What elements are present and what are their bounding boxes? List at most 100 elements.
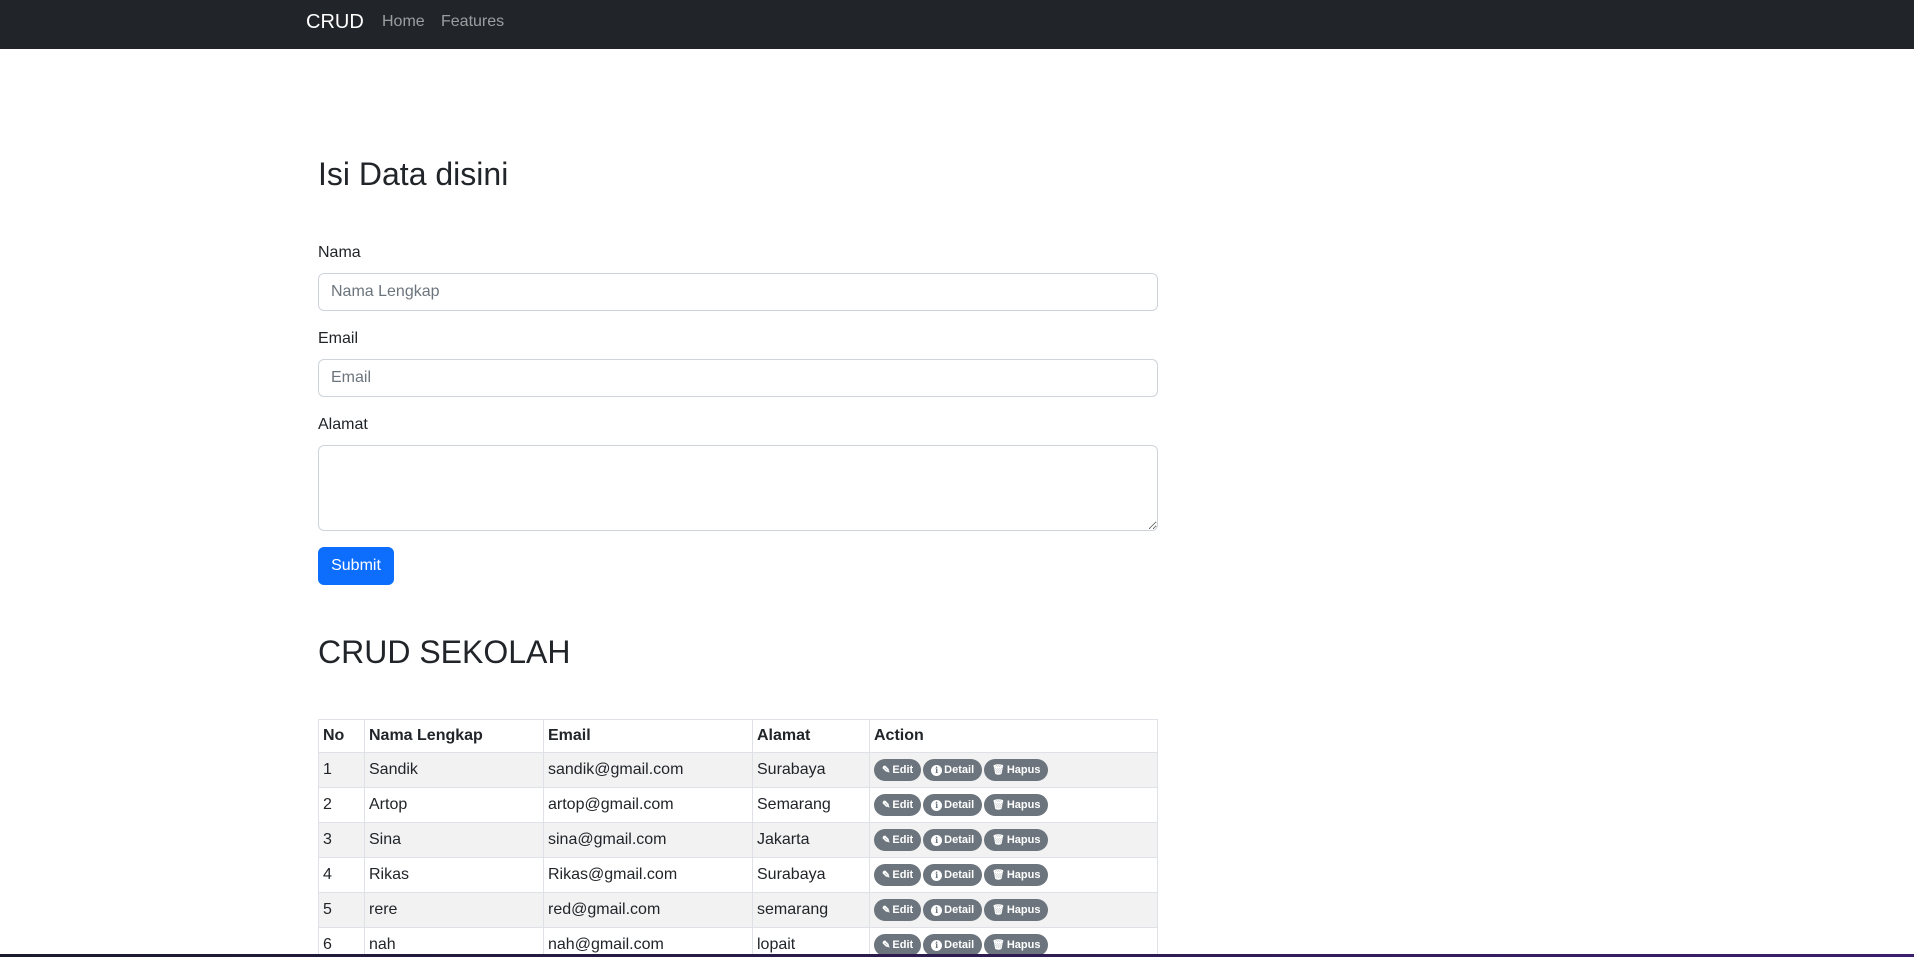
trash-icon: 🗑	[992, 834, 1005, 846]
cell-nama: Sina	[364, 822, 544, 858]
cell-action: ✎ Edit i Detail 🗑 Hapus	[869, 822, 1158, 858]
table-row: 5 rere red@gmail.com semarang ✎ Edit i Detail 🗑 H…	[318, 892, 1158, 928]
nama-label: Nama	[318, 244, 361, 261]
cell-alamat: Surabaya	[752, 752, 870, 788]
cell-no: 2	[318, 787, 365, 823]
hapus-button[interactable]: 🗑 Hapus	[984, 759, 1049, 781]
edit-button[interactable]: ✎ Edit	[874, 794, 922, 816]
cell-no: 6	[318, 927, 365, 957]
edit-button-label: Edit	[892, 834, 914, 846]
header-nama: Nama Lengkap	[364, 719, 544, 753]
header-no: No	[318, 719, 365, 753]
detail-button[interactable]: i Detail	[923, 934, 983, 956]
cell-email: Rikas@gmail.com	[543, 857, 753, 893]
detail-button[interactable]: i Detail	[923, 864, 983, 886]
email-input[interactable]	[318, 359, 1158, 397]
detail-button-label: Detail	[944, 869, 975, 881]
table-row: 3 Sina sina@gmail.com Jakarta ✎ Edit i Detail 🗑 H…	[318, 822, 1158, 858]
cell-nama: Rikas	[364, 857, 544, 893]
hapus-button[interactable]: 🗑 Hapus	[984, 934, 1049, 956]
submit-button[interactable]: Submit	[318, 547, 394, 585]
detail-button[interactable]: i Detail	[923, 899, 983, 921]
info-icon: i	[931, 869, 943, 881]
detail-button-label: Detail	[944, 764, 975, 776]
cell-email: red@gmail.com	[543, 892, 753, 928]
nav-link-features[interactable]: Features	[441, 13, 504, 31]
cell-no: 1	[318, 752, 365, 788]
table-row: 4 Rikas Rikas@gmail.com Surabaya ✎ Edit i Detai…	[318, 857, 1158, 893]
cell-action: ✎ Edit i Detail 🗑 Hapus	[869, 787, 1158, 823]
cell-alamat: Semarang	[752, 787, 870, 823]
trash-icon: 🗑	[992, 904, 1005, 916]
table-row: 6 nah nah@gmail.com lopait ✎ Edit i Detail 🗑 Hapu…	[318, 927, 1158, 957]
edit-button[interactable]: ✎ Edit	[874, 759, 922, 781]
cell-nama: Sandik	[364, 752, 544, 788]
cell-email: sandik@gmail.com	[543, 752, 753, 788]
alamat-textarea[interactable]	[318, 445, 1158, 531]
hapus-button[interactable]: 🗑 Hapus	[984, 864, 1049, 886]
edit-button[interactable]: ✎ Edit	[874, 829, 922, 851]
table-row: 1 Sandik sandik@gmail.com Surabaya ✎ Edit i Det…	[318, 752, 1158, 788]
header-action: Action	[869, 719, 1158, 753]
edit-icon: ✎	[882, 799, 891, 811]
edit-button[interactable]: ✎ Edit	[874, 934, 922, 956]
hapus-button[interactable]: 🗑 Hapus	[984, 829, 1049, 851]
data-table: No Nama Lengkap Email Alamat Action 1 San…	[318, 719, 1158, 957]
cell-nama: rere	[364, 892, 544, 928]
edit-icon: ✎	[882, 834, 891, 846]
trash-icon: 🗑	[992, 764, 1005, 776]
cell-nama: nah	[364, 927, 544, 957]
edit-button-label: Edit	[892, 904, 914, 916]
cell-alamat: lopait	[752, 927, 870, 957]
hapus-button-label: Hapus	[1006, 834, 1041, 846]
detail-button-label: Detail	[944, 939, 975, 951]
hapus-button-label: Hapus	[1006, 904, 1041, 916]
form-title: Isi Data disini	[318, 156, 509, 192]
cell-no: 3	[318, 822, 365, 858]
trash-icon: 🗑	[992, 869, 1005, 881]
table-header-row: No Nama Lengkap Email Alamat Action	[318, 719, 1158, 753]
cell-action: ✎ Edit i Detail 🗑 Hapus	[869, 857, 1158, 893]
header-alamat: Alamat	[752, 719, 870, 753]
detail-button[interactable]: i Detail	[923, 829, 983, 851]
hapus-button[interactable]: 🗑 Hapus	[984, 794, 1049, 816]
hapus-button-label: Hapus	[1006, 764, 1041, 776]
edit-icon: ✎	[882, 904, 891, 916]
cell-no: 4	[318, 857, 365, 893]
edit-button-label: Edit	[892, 764, 914, 776]
cell-alamat: semarang	[752, 892, 870, 928]
table-body: 1 Sandik sandik@gmail.com Surabaya ✎ Edit i Det…	[318, 752, 1158, 957]
detail-button[interactable]: i Detail	[923, 794, 983, 816]
cell-action: ✎ Edit i Detail 🗑 Hapus	[869, 927, 1158, 957]
hapus-button-label: Hapus	[1006, 939, 1041, 951]
hapus-button-label: Hapus	[1006, 869, 1041, 881]
info-icon: i	[931, 834, 943, 846]
info-icon: i	[931, 764, 943, 776]
edit-button-label: Edit	[892, 869, 914, 881]
edit-icon: ✎	[882, 869, 891, 881]
table-row: 2 Artop artop@gmail.com Semarang ✎ Edit i Detai…	[318, 787, 1158, 823]
cell-action: ✎ Edit i Detail 🗑 Hapus	[869, 752, 1158, 788]
edit-button-label: Edit	[892, 939, 914, 951]
edit-icon: ✎	[882, 764, 891, 776]
info-icon: i	[931, 939, 943, 951]
top-navbar: CRUD Home Features	[0, 0, 1914, 49]
detail-button-label: Detail	[944, 834, 975, 846]
edit-button-label: Edit	[892, 799, 914, 811]
hapus-button-label: Hapus	[1006, 799, 1041, 811]
detail-button-label: Detail	[944, 904, 975, 916]
alamat-label: Alamat	[318, 416, 368, 433]
edit-button[interactable]: ✎ Edit	[874, 864, 922, 886]
cell-alamat: Surabaya	[752, 857, 870, 893]
table-title: CRUD SEKOLAH	[318, 634, 571, 670]
hapus-button[interactable]: 🗑 Hapus	[984, 899, 1049, 921]
info-icon: i	[931, 799, 943, 811]
navbar-brand[interactable]: CRUD	[306, 11, 364, 34]
cell-email: sina@gmail.com	[543, 822, 753, 858]
detail-button[interactable]: i Detail	[923, 759, 983, 781]
cell-alamat: Jakarta	[752, 822, 870, 858]
info-icon: i	[931, 904, 943, 916]
nama-input[interactable]	[318, 273, 1158, 311]
edit-button[interactable]: ✎ Edit	[874, 899, 922, 921]
nav-link-home[interactable]: Home	[382, 13, 425, 31]
